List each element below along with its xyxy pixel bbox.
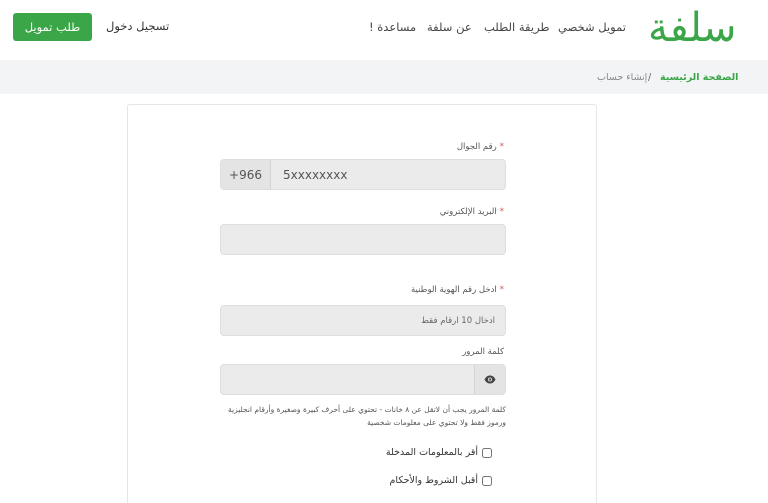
mobile-label-text: رقم الجوال	[456, 142, 497, 152]
confirm-info-label: أقر بالمعلومات المدخلة	[385, 447, 478, 458]
accept-terms-label: أقبل الشروط والأحكام	[389, 475, 478, 486]
password-input[interactable]	[221, 365, 474, 394]
password-field	[220, 364, 506, 395]
eye-icon	[484, 375, 496, 384]
national-id-label: *ادخل رقم الهوية الوطنية	[411, 285, 504, 295]
mobile-input[interactable]	[271, 160, 505, 189]
breadcrumb: الصفحة الرئيسية / إنشاء حساب	[0, 60, 768, 94]
breadcrumb-separator: /	[648, 72, 652, 83]
password-hint: كلمة المرور يجب أن لاتقل عن ٨ خانات - تح…	[228, 405, 506, 427]
country-code-prefix: +966	[221, 160, 271, 189]
breadcrumb-home-link[interactable]: الصفحة الرئيسية	[660, 72, 738, 83]
signup-form-card: *رقم الجوال +966 *البريد الإلكتروني *ادخ…	[127, 104, 597, 503]
nav-personal-finance[interactable]: تمويل شخصي	[558, 20, 626, 36]
salfa-logo[interactable]: سلفة	[648, 4, 736, 52]
national-id-field	[220, 305, 506, 336]
apply-finance-button[interactable]: طلب تمويل	[13, 13, 92, 41]
toggle-password-visibility[interactable]	[474, 365, 505, 394]
mobile-label: *رقم الجوال	[457, 142, 504, 152]
email-input[interactable]	[221, 225, 505, 254]
nav-about[interactable]: عن سلفة	[427, 20, 472, 36]
national-id-input[interactable]	[221, 306, 505, 335]
confirm-info-row[interactable]: أقر بالمعلومات المدخلة	[386, 447, 492, 458]
mobile-field: +966	[220, 159, 506, 190]
breadcrumb-current: إنشاء حساب	[597, 72, 648, 83]
email-field	[220, 224, 506, 255]
email-required-mark: *	[499, 207, 504, 217]
accept-terms-checkbox[interactable]	[482, 475, 492, 486]
password-label: كلمة المرور	[462, 347, 504, 357]
national-id-label-text: ادخل رقم الهوية الوطنية	[411, 285, 497, 295]
email-label-text: البريد الإلكتروني	[439, 207, 497, 217]
email-label: *البريد الإلكتروني	[440, 207, 504, 217]
national-id-required-mark: *	[499, 285, 504, 295]
login-link[interactable]: تسجيل دخول	[106, 19, 169, 33]
nav-how-to-apply[interactable]: طريقة الطلب	[484, 20, 550, 36]
confirm-info-checkbox[interactable]	[482, 447, 492, 458]
nav-help[interactable]: مساعدة !	[369, 20, 416, 36]
top-header: سلفة تمويل شخصي طريقة الطلب عن سلفة مساع…	[0, 0, 768, 60]
accept-terms-row[interactable]: أقبل الشروط والأحكام	[390, 475, 492, 486]
mobile-required-mark: *	[499, 142, 504, 152]
